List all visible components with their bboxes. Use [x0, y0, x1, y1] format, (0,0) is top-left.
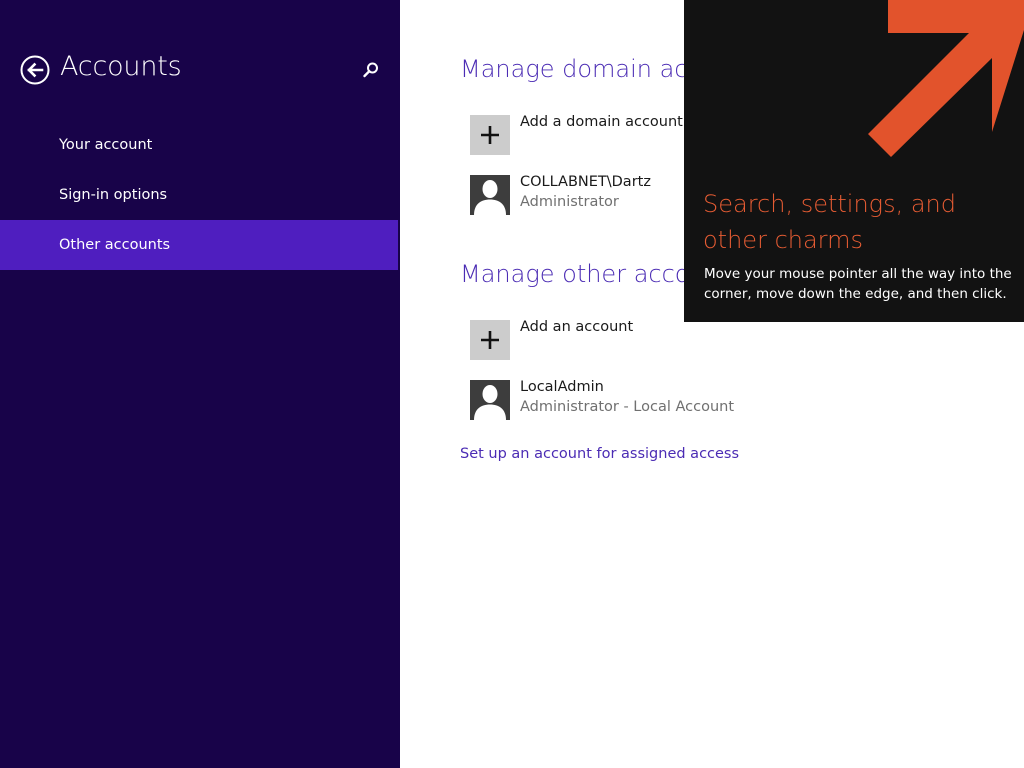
account-role: Administrator - Local Account [520, 399, 735, 415]
add-account-label: Add an account [520, 319, 634, 335]
charms-tip-body: Move your mouse pointer all the way into… [704, 266, 1012, 302]
charms-tip-overlay: Search, settings, and other charms Move … [684, 0, 1024, 322]
add-domain-account-label: Add a domain account [520, 114, 683, 130]
nav-item-your-account[interactable]: Your account [0, 120, 400, 170]
plus-icon [470, 320, 510, 360]
account-item-collabnet-dartz[interactable]: COLLABNET\Dartz Administrator [470, 174, 651, 217]
pc-settings-window: Accounts Your account Sign-in options Ot… [0, 0, 1024, 768]
assigned-access-link[interactable]: Set up an account for assigned access [460, 446, 739, 462]
account-name: COLLABNET\Dartz [520, 174, 651, 190]
add-domain-account-button[interactable]: Add a domain account [470, 114, 683, 157]
search-button[interactable] [362, 61, 380, 79]
nav-item-other-accounts[interactable]: Other accounts [0, 220, 398, 270]
account-role: Administrator [520, 194, 619, 210]
add-account-button[interactable]: Add an account [470, 319, 634, 362]
nav-item-sign-in-options[interactable]: Sign-in options [0, 170, 400, 220]
diagonal-arrow-icon [868, 0, 1024, 157]
page-title: Accounts [60, 51, 182, 82]
account-name: LocalAdmin [520, 379, 604, 395]
nav-list: Your account Sign-in options Other accou… [0, 120, 400, 270]
charms-tip-title: Search, settings, and other charms [703, 190, 956, 254]
navigation-pane: Accounts Your account Sign-in options Ot… [0, 0, 400, 768]
account-item-localadmin[interactable]: LocalAdmin Administrator - Local Account [470, 379, 735, 422]
search-icon [363, 62, 378, 78]
back-arrow-circle-icon [20, 55, 50, 85]
plus-icon [470, 115, 510, 155]
back-button[interactable] [20, 55, 50, 85]
user-avatar-icon [470, 175, 510, 215]
user-avatar-icon [470, 380, 510, 420]
